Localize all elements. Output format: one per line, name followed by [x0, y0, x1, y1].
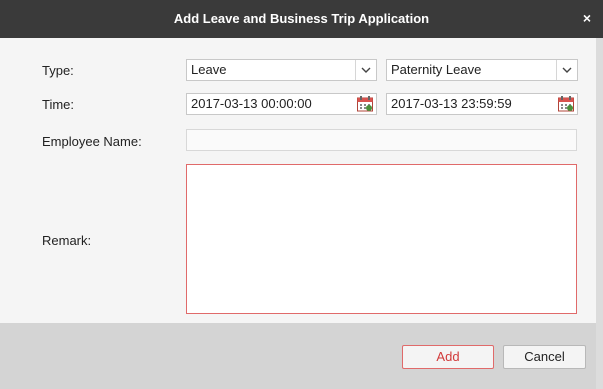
chevron-down-icon[interactable] — [556, 60, 577, 80]
remark-label: Remark: — [42, 233, 92, 248]
time-label: Time: — [42, 97, 75, 112]
close-icon[interactable]: × — [579, 10, 595, 26]
end-time-field[interactable]: 2017-03-13 23:59:59 — [386, 93, 578, 115]
cancel-button[interactable]: Cancel — [503, 345, 586, 369]
employee-name-field[interactable] — [186, 129, 577, 151]
window-edge — [596, 38, 603, 389]
end-time-value: 2017-03-13 23:59:59 — [391, 96, 512, 111]
leave-subtype-select[interactable]: Paternity Leave — [386, 59, 578, 81]
remark-textarea[interactable] — [186, 164, 577, 314]
type-select-value: Leave — [191, 62, 227, 77]
calendar-icon[interactable] — [557, 95, 575, 113]
add-button[interactable]: Add — [402, 345, 494, 369]
type-label: Type: — [42, 63, 74, 78]
title-bar: Add Leave and Business Trip Application … — [0, 0, 603, 38]
start-time-value: 2017-03-13 00:00:00 — [191, 96, 312, 111]
employee-name-label: Employee Name: — [42, 134, 142, 149]
chevron-down-icon[interactable] — [355, 60, 376, 80]
calendar-icon[interactable] — [356, 95, 374, 113]
dialog-title: Add Leave and Business Trip Application — [173, 11, 430, 26]
leave-subtype-value: Paternity Leave — [391, 62, 482, 77]
leave-application-dialog: Add Leave and Business Trip Application … — [0, 0, 603, 389]
start-time-field[interactable]: 2017-03-13 00:00:00 — [186, 93, 377, 115]
type-select[interactable]: Leave — [186, 59, 377, 81]
